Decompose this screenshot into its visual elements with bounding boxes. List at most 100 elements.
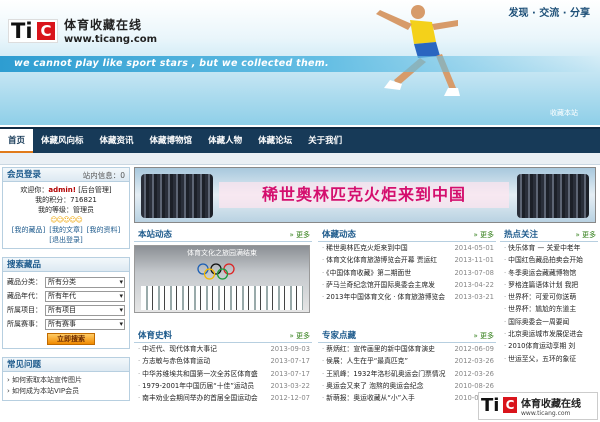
site-news-heading: 本站动态 bbox=[138, 230, 173, 240]
list-item[interactable]: 侯展：人生在乎“最真匹克”2012-03-26 bbox=[318, 355, 496, 367]
category-select[interactable]: 所有分类 bbox=[45, 276, 125, 288]
item-title[interactable]: 中近代、现代体育大事记 bbox=[134, 343, 270, 355]
event-label: 所属赛事： bbox=[7, 320, 42, 328]
nav-item-museum[interactable]: 体藏博物馆 bbox=[142, 129, 201, 153]
nav-item-forum[interactable]: 体藏论坛 bbox=[250, 129, 300, 153]
item-title[interactable]: 新萌报：奥运收藏从“小”入手 bbox=[318, 392, 454, 404]
item-title[interactable]: 体育文化体育旅游博览会开幕 贾运红 bbox=[318, 254, 454, 266]
item-title[interactable]: 萨马兰奇纪念馆开国际奥委会主席发 bbox=[318, 279, 454, 291]
list-item[interactable]: 稀世奥林匹克火炬来到中国2014-05-01 bbox=[318, 242, 496, 254]
site-header: Ti C 体育收藏在线 www.ticang.com 发现 · 交流 · 分享 … bbox=[0, 0, 600, 125]
list-item[interactable]: 南丰劝业会期间举办的首届全国运动会2012-12-07 bbox=[134, 392, 312, 404]
search-box: 藏品分类： 所有分类 藏品年代： 所有年代 所属项目： 所有项目 所属赛事： 所… bbox=[2, 272, 130, 349]
list-item[interactable]: 中国红色藏品拍卖会开始 bbox=[500, 254, 598, 266]
item-title[interactable]: 侯展：人生在乎“最真匹克” bbox=[318, 355, 454, 367]
item-title[interactable]: 世界杯：尴尬的东道主 bbox=[500, 303, 598, 315]
event-select[interactable]: 所有赛事 bbox=[45, 318, 125, 330]
faq-item[interactable]: › 如何成为本站VIP会员 bbox=[7, 386, 125, 397]
torch-banner[interactable]: 稀世奥林匹克火炬来到中国 bbox=[134, 167, 596, 223]
member-title: 会员登录 bbox=[7, 170, 42, 180]
nav-item-about[interactable]: 关于我们 bbox=[300, 129, 350, 153]
list-item[interactable]: 中华苏维埃共和国第一次全苏区体育盛2013-07-17 bbox=[134, 368, 312, 380]
faq-item[interactable]: › 如何索取本站宣传图片 bbox=[7, 375, 125, 386]
category-label: 藏品分类： bbox=[7, 278, 42, 286]
username: admin! bbox=[48, 186, 76, 194]
my-articles-link[interactable]: [我的文章] bbox=[49, 225, 82, 235]
item-title[interactable]: 中国红色藏品拍卖会开始 bbox=[500, 254, 598, 266]
list-item[interactable]: 2013年中国体育文化 · 体育旅游博览会2013-03-21 bbox=[318, 291, 496, 303]
list-item[interactable]: 1979-2001年中国历届“十佳”运动员2013-03-22 bbox=[134, 380, 312, 392]
bookmark-link[interactable]: 收藏本站 bbox=[550, 108, 578, 118]
search-row-event: 所属赛事： 所有赛事 bbox=[7, 317, 125, 331]
list-item[interactable]: 方志敏与赤色体育运动2013-07-17 bbox=[134, 355, 312, 367]
list-item[interactable]: 2010体育运动享期 刘 bbox=[500, 340, 598, 352]
nav-item-news[interactable]: 体藏资讯 bbox=[92, 129, 142, 153]
item-title[interactable]: 《中国体育收藏》第二期面世 bbox=[318, 267, 454, 279]
logout-link[interactable]: [退出登录] bbox=[49, 235, 82, 245]
list-item[interactable]: 世界杯：尴尬的东道主 bbox=[500, 303, 598, 315]
item-title[interactable]: 稀世奥林匹克火炬来到中国 bbox=[318, 242, 454, 254]
list-item[interactable]: 冬季奥运会藏藏博物馆 bbox=[500, 267, 598, 279]
list-item[interactable]: 世界杯：可爱可你送萌 bbox=[500, 291, 598, 303]
faq-box-title: 常见问题 bbox=[2, 357, 130, 372]
tizang-news-panel: 体藏动态 » 更多 稀世奥林匹克火炬来到中国2014-05-01 体育文化体育旅… bbox=[318, 229, 496, 303]
item-title[interactable]: 1979-2001年中国历届“十佳”运动员 bbox=[134, 380, 270, 392]
item-title[interactable]: 世界杯：可爱可你送萌 bbox=[500, 291, 598, 303]
list-item[interactable]: 萨马兰奇纪念馆开国际奥委会主席发2013-04-22 bbox=[318, 279, 496, 291]
history-more-link[interactable]: » 更多 bbox=[289, 330, 310, 343]
list-item[interactable]: 王凯峰：1932年洛杉矶奥运会门票情况2012-03-26 bbox=[318, 368, 496, 380]
site-news-more-link[interactable]: » 更多 bbox=[289, 229, 310, 242]
tizang-news-title: 体藏动态 » 更多 bbox=[318, 229, 496, 242]
sport-select[interactable]: 所有项目 bbox=[45, 304, 125, 316]
list-item[interactable]: 体育文化体育旅游博览会开幕 贾运红2013-11-01 bbox=[318, 254, 496, 266]
experts-more-link[interactable]: » 更多 bbox=[473, 330, 494, 343]
item-title[interactable]: 2010体育运动享期 刘 bbox=[500, 340, 598, 352]
item-title[interactable]: 中华苏维埃共和国第一次全苏区体育盛 bbox=[134, 368, 270, 380]
item-title[interactable]: 世运至父，五环的象征 bbox=[500, 353, 598, 365]
item-title[interactable]: 方志敏与赤色体育运动 bbox=[134, 355, 270, 367]
era-select[interactable]: 所有年代 bbox=[45, 290, 125, 302]
item-title[interactable]: 2013年中国体育文化 · 体育旅游博览会 bbox=[318, 291, 454, 303]
logo-c: C bbox=[37, 21, 55, 40]
admin-link[interactable]: [后台管理] bbox=[78, 186, 111, 194]
hot-more-link[interactable]: » 更多 bbox=[575, 229, 596, 242]
site-news-photo[interactable]: 体育文化之旅园满结束 bbox=[134, 245, 310, 313]
list-item[interactable]: 世运至父，五环的象征 bbox=[500, 353, 598, 365]
site-logo[interactable]: Ti C 体育收藏在线 www.ticang.com bbox=[8, 16, 157, 45]
my-profile-link[interactable]: [我的资料] bbox=[87, 225, 120, 235]
item-title[interactable]: 蔡炳红：宣传画里的新中国体育演史 bbox=[318, 343, 454, 355]
site-messages-link[interactable]: 站内信息：0 bbox=[83, 168, 125, 183]
nav-item-home[interactable]: 首页 bbox=[0, 129, 34, 153]
search-button[interactable]: 立即搜索 bbox=[47, 333, 95, 345]
logo-mark: Ti C bbox=[8, 18, 58, 43]
tizang-news-more-link[interactable]: » 更多 bbox=[473, 229, 494, 242]
list-item[interactable]: 罗格连篇语体计划 我把 bbox=[500, 279, 598, 291]
item-title[interactable]: 快乐体育 — 关爱中老年 bbox=[500, 242, 598, 254]
search-row-sport: 所属项目： 所有项目 bbox=[7, 303, 125, 317]
member-links: [我的藏品] [我的文章] [我的资料] [退出登录] bbox=[7, 225, 125, 245]
list-item[interactable]: 新萌报：奥运收藏从“小”入手2010-08-26 bbox=[318, 392, 496, 404]
item-title[interactable]: 北京奥运城市发展促进会 bbox=[500, 328, 598, 340]
list-item[interactable]: 《中国体育收藏》第二期面世2013-07-08 bbox=[318, 267, 496, 279]
item-title[interactable]: 国际奥委会一周要闻 bbox=[500, 316, 598, 328]
item-title[interactable]: 罗格连篇语体计划 我把 bbox=[500, 279, 598, 291]
item-date: 2013-07-08 bbox=[454, 268, 494, 277]
list-item[interactable]: 中近代、现代体育大事记2013-09-03 bbox=[134, 343, 312, 355]
list-item[interactable]: 国际奥委会一周要闻 bbox=[500, 316, 598, 328]
history-heading: 体育史料 bbox=[138, 331, 173, 341]
item-date: 2012-03-26 bbox=[454, 369, 494, 378]
item-title[interactable]: 南丰劝业会期间举办的首届全国运动会 bbox=[134, 392, 270, 404]
item-title[interactable]: 王凯峰：1932年洛杉矶奥运会门票情况 bbox=[318, 368, 454, 380]
list-item[interactable]: 北京奥运城市发展促进会 bbox=[500, 328, 598, 340]
list-item[interactable]: 蔡炳红：宣传画里的新中国体育演史2012-06-09 bbox=[318, 343, 496, 355]
faq-title: 常见问题 bbox=[7, 360, 42, 370]
left-sidebar: 会员登录 站内信息：0 欢迎你：admin! [后台管理] 我的积分：71682… bbox=[2, 167, 130, 401]
my-items-link[interactable]: [我的藏品] bbox=[12, 225, 45, 235]
nav-item-trends[interactable]: 体藏风向标 bbox=[33, 129, 92, 153]
nav-item-people[interactable]: 体藏人物 bbox=[200, 129, 250, 153]
item-title[interactable]: 奥运会又来了 泡熬的奥运会纪念 bbox=[318, 380, 454, 392]
search-box-title: 搜索藏品 bbox=[2, 257, 130, 272]
list-item[interactable]: 奥运会又来了 泡熬的奥运会纪念2010-08-26 bbox=[318, 380, 496, 392]
item-title[interactable]: 冬季奥运会藏藏博物馆 bbox=[500, 267, 598, 279]
list-item[interactable]: 快乐体育 — 关爱中老年 bbox=[500, 242, 598, 254]
